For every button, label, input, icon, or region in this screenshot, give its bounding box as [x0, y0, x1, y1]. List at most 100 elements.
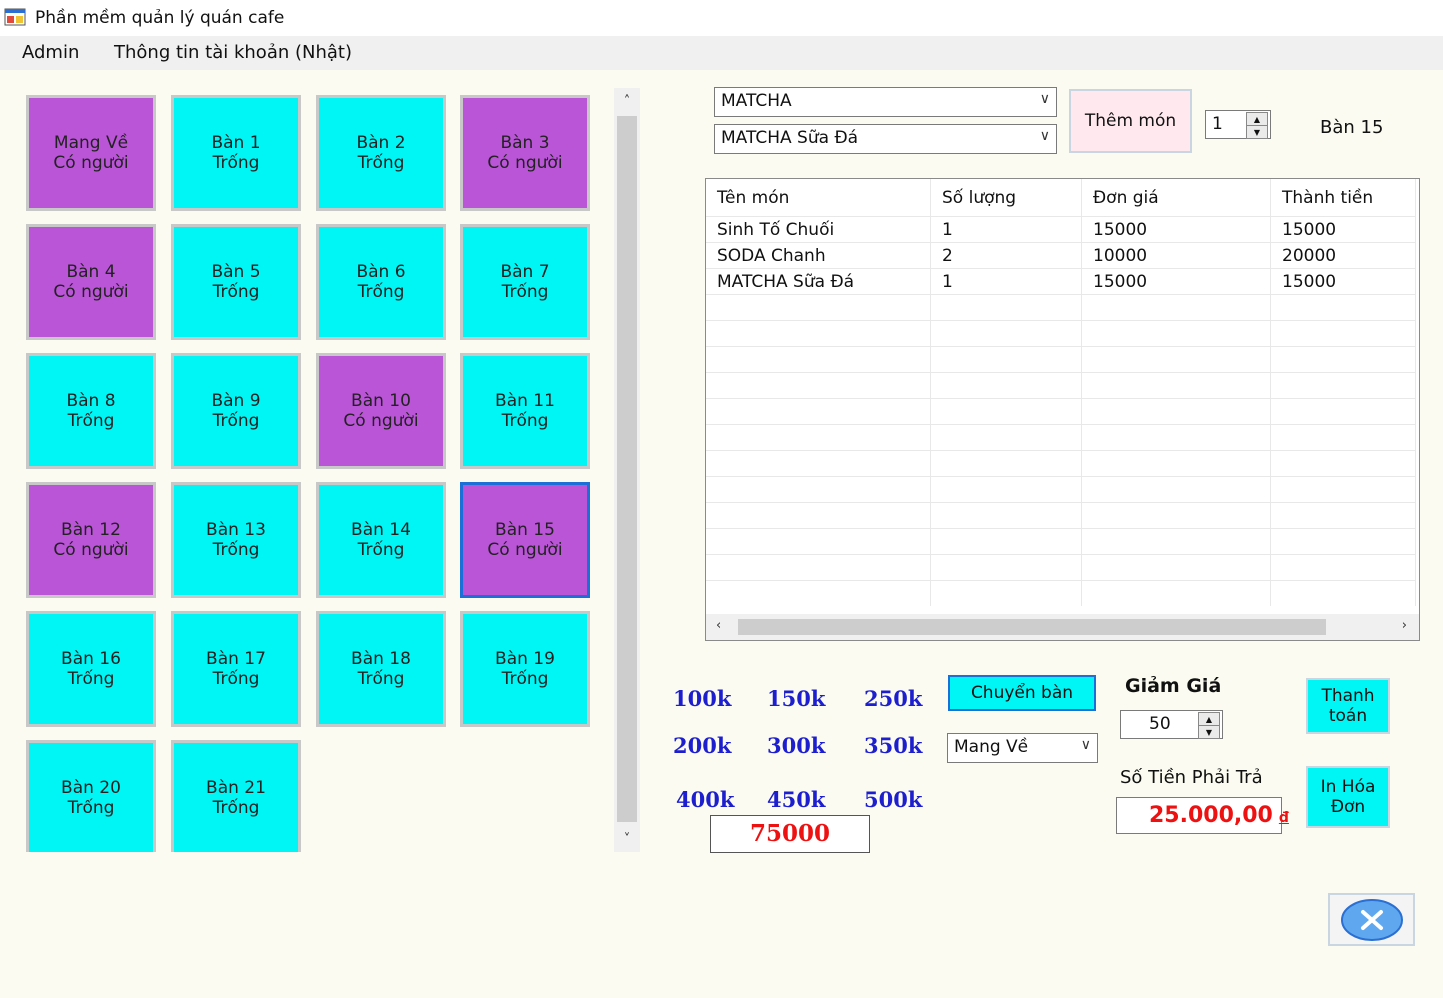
chevron-down-icon: ∨ — [1080, 737, 1091, 753]
discount-stepper[interactable]: 50 ▲ ▼ — [1120, 710, 1223, 739]
table-status: Trống — [212, 798, 260, 818]
title-bar: Phần mềm quản lý quán cafe — [0, 0, 1443, 37]
table-name: Bàn 15 — [495, 520, 555, 540]
cell: Sinh Tố Chuối — [706, 216, 931, 243]
table-name: Bàn 7 — [500, 262, 550, 282]
table-button[interactable]: Bàn 13 Trống — [171, 482, 301, 598]
table-status: Trống — [212, 153, 260, 173]
switch-target-select[interactable]: Mang Về ∨ — [947, 733, 1098, 763]
cell: 20000 — [1270, 242, 1416, 269]
table-button[interactable]: Bàn 3 Có người — [460, 95, 590, 211]
amount-due-label: Số Tiền Phải Trả — [1120, 767, 1263, 788]
table-button[interactable]: Bàn 5 Trống — [171, 224, 301, 340]
bill-horizontal-scrollbar[interactable]: ‹ › — [706, 614, 1419, 640]
cell: 1 — [930, 216, 1082, 243]
cash-200k-button[interactable]: 200k — [673, 733, 731, 758]
empty-row — [706, 294, 1416, 321]
chevron-down-icon: ∨ — [1039, 91, 1050, 107]
cash-450k-button[interactable]: 450k — [767, 787, 825, 812]
bill-grid[interactable]: Tên món Số lượng Đơn giá Thành tiền Sinh… — [705, 178, 1420, 641]
quantity-stepper[interactable]: 1 ▲ ▼ — [1205, 110, 1271, 139]
empty-row — [706, 450, 1416, 477]
table-button[interactable]: Bàn 1 Trống — [171, 95, 301, 211]
table-name: Bàn 5 — [211, 262, 261, 282]
table-list-scrollbar[interactable]: ˄ ˅ — [614, 88, 640, 852]
cash-400k-button[interactable]: 400k — [676, 787, 734, 812]
scroll-up-icon[interactable]: ˄ — [614, 88, 640, 114]
decrement-icon[interactable]: ▼ — [1198, 725, 1220, 739]
table-button[interactable]: Bàn 12 Có người — [26, 482, 156, 598]
cell: 10000 — [1081, 242, 1271, 269]
table-button[interactable]: Bàn 7 Trống — [460, 224, 590, 340]
table-name: Bàn 19 — [495, 649, 555, 669]
increment-icon[interactable]: ▲ — [1246, 112, 1268, 126]
col-price: Đơn giá — [1081, 179, 1271, 217]
empty-row — [706, 554, 1416, 581]
empty-row — [706, 346, 1416, 373]
menu-admin[interactable]: Admin — [22, 42, 79, 63]
col-qty: Số lượng — [930, 179, 1082, 217]
cash-150k-button[interactable]: 150k — [767, 686, 825, 711]
table-name: Bàn 11 — [495, 391, 555, 411]
category-select[interactable]: MATCHA ∨ — [714, 87, 1057, 117]
decrement-icon[interactable]: ▼ — [1246, 125, 1268, 139]
close-button[interactable] — [1328, 893, 1415, 946]
cash-300k-button[interactable]: 300k — [767, 733, 825, 758]
scroll-down-icon[interactable]: ˅ — [614, 826, 640, 852]
scroll-left-icon[interactable]: ‹ — [716, 618, 721, 633]
table-status: Trống — [357, 669, 405, 689]
table-button[interactable]: Bàn 8 Trống — [26, 353, 156, 469]
table-button[interactable]: Bàn 9 Trống — [171, 353, 301, 469]
table-button[interactable]: Bàn 6 Trống — [316, 224, 446, 340]
table-button[interactable]: Bàn 11 Trống — [460, 353, 590, 469]
empty-row — [706, 502, 1416, 529]
table-name: Bàn 10 — [351, 391, 411, 411]
current-table-label: Bàn 15 — [1320, 117, 1384, 138]
empty-row — [706, 372, 1416, 399]
cash-350k-button[interactable]: 350k — [864, 733, 922, 758]
table-name: Bàn 1 — [211, 133, 261, 153]
table-name: Bàn 8 — [66, 391, 116, 411]
app-window-icon — [4, 8, 26, 26]
table-button[interactable]: Bàn 21 Trống — [171, 740, 301, 852]
increment-icon[interactable]: ▲ — [1198, 712, 1220, 726]
scroll-thumb[interactable] — [738, 619, 1326, 635]
table-button[interactable]: Bàn 18 Trống — [316, 611, 446, 727]
table-button[interactable]: Mang Về Có người — [26, 95, 156, 211]
cash-100k-button[interactable]: 100k — [673, 686, 731, 711]
menu-account-info[interactable]: Thông tin tài khoản (Nhật) — [114, 42, 352, 63]
table-name: Bàn 6 — [356, 262, 406, 282]
table-status: Có người — [487, 153, 563, 173]
table-status: Trống — [357, 153, 405, 173]
print-invoice-button[interactable]: In Hóa Đơn — [1306, 766, 1390, 828]
table-status: Có người — [53, 282, 129, 302]
table-button[interactable]: Bàn 10 Có người — [316, 353, 446, 469]
table-button[interactable]: Bàn 20 Trống — [26, 740, 156, 852]
cash-500k-button[interactable]: 500k — [864, 787, 922, 812]
checkout-button[interactable]: Thanh toán — [1306, 678, 1390, 734]
table-status: Có người — [343, 411, 419, 431]
empty-row — [706, 320, 1416, 347]
scroll-thumb[interactable] — [617, 116, 637, 822]
close-icon — [1340, 898, 1403, 941]
table-button[interactable]: Bàn 19 Trống — [460, 611, 590, 727]
table-status: Có người — [53, 540, 129, 560]
window-title: Phần mềm quản lý quán cafe — [35, 8, 285, 28]
cash-250k-button[interactable]: 250k — [864, 686, 922, 711]
scroll-right-icon[interactable]: › — [1402, 618, 1407, 633]
table-button[interactable]: Bàn 4 Có người — [26, 224, 156, 340]
amount-due-field[interactable]: 25.000,00 đ — [1116, 797, 1289, 834]
add-item-button[interactable]: Thêm món — [1069, 89, 1192, 153]
table-row[interactable]: SODA Chanh 2 10000 20000 — [706, 242, 1416, 269]
table-button[interactable]: Bàn 15 Có người — [460, 482, 590, 598]
table-button[interactable]: Bàn 16 Trống — [26, 611, 156, 727]
currency-symbol: đ — [1278, 810, 1289, 826]
cash-total-field[interactable]: 75000 — [710, 815, 870, 853]
table-button[interactable]: Bàn 17 Trống — [171, 611, 301, 727]
table-button[interactable]: Bàn 2 Trống — [316, 95, 446, 211]
switch-table-button[interactable]: Chuyển bàn — [948, 675, 1096, 711]
item-select[interactable]: MATCHA Sữa Đá ∨ — [714, 124, 1057, 154]
table-button[interactable]: Bàn 14 Trống — [316, 482, 446, 598]
table-row[interactable]: Sinh Tố Chuối 1 15000 15000 — [706, 216, 1416, 243]
table-row[interactable]: MATCHA Sữa Đá 1 15000 15000 — [706, 268, 1416, 295]
